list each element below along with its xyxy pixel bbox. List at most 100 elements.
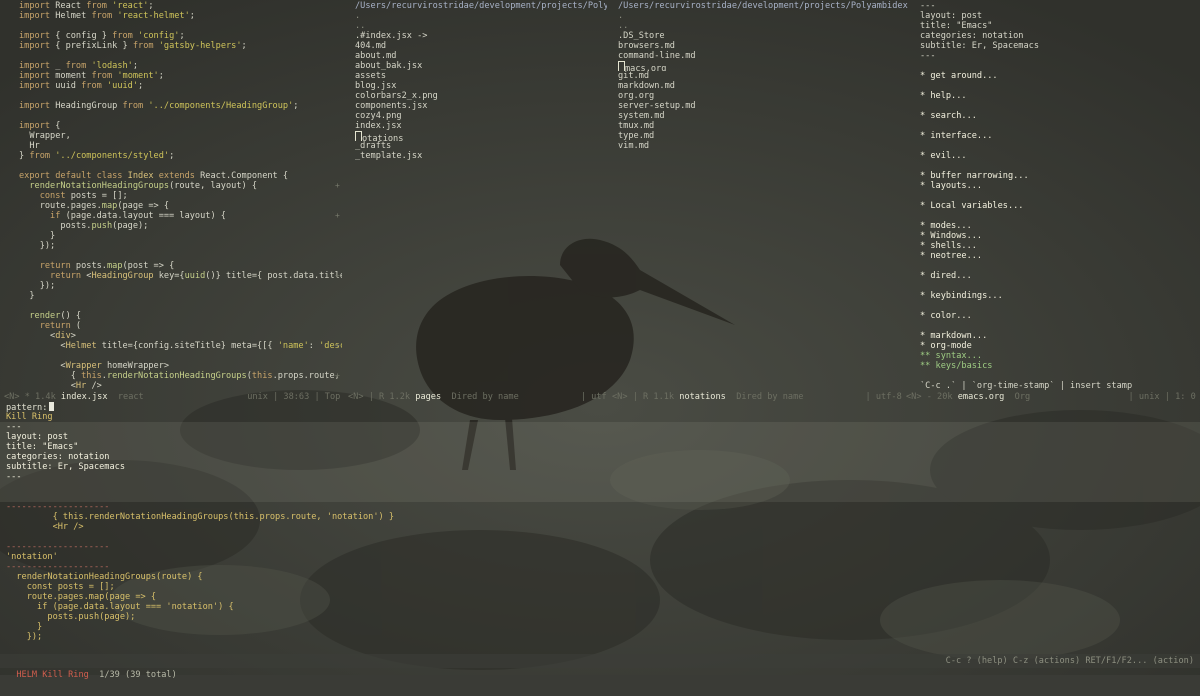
code-line[interactable]: { this.renderNotationHeadingGroups(this.… <box>19 371 342 381</box>
code-line[interactable]: if (page.data.layout === layout) { <box>19 211 342 221</box>
code-line[interactable]: import { <box>19 121 342 131</box>
dired-entry[interactable]: type.md <box>618 131 908 141</box>
org-heading[interactable]: * evil... <box>920 151 1198 161</box>
code-line[interactable] <box>19 301 342 311</box>
dired-entry[interactable]: . <box>618 11 908 21</box>
org-heading[interactable]: ** syntax... <box>920 351 1198 361</box>
dired-entry[interactable]: vim.md <box>618 141 908 151</box>
code-line[interactable]: Hr <box>19 141 342 151</box>
code-line[interactable]: } from '../components/styled'; <box>19 151 342 161</box>
dired-entry[interactable]: index.jsx <box>355 121 607 131</box>
dired-entry[interactable]: git.md <box>618 71 908 81</box>
dired-entry[interactable]: cozy4.png <box>355 111 607 121</box>
code-line[interactable]: posts.push(page); <box>19 221 342 231</box>
org-heading[interactable]: * search... <box>920 111 1198 121</box>
org-outline[interactable]: --- layout: post title: "Emacs" categories:… <box>920 1 1198 391</box>
dired-entry[interactable]: assets <box>355 71 607 81</box>
dired-entry[interactable]: system.md <box>618 111 908 121</box>
org-heading[interactable]: * Local variables... <box>920 201 1198 211</box>
helm-candidate-line[interactable]: posts.push(page); <box>6 612 1196 622</box>
dired-entry[interactable]: about.md <box>355 51 607 61</box>
code-line[interactable]: <Helmet title={config.siteTitle} meta={[… <box>19 341 342 351</box>
helm-candidate-line[interactable]: }); <box>6 632 1196 642</box>
helm-candidate-line[interactable]: } <box>6 622 1196 632</box>
helm-pattern-input[interactable] <box>49 402 55 411</box>
helm-candidate-line[interactable]: const posts = []; <box>6 582 1196 592</box>
code-line[interactable]: Wrapper, <box>19 131 342 141</box>
helm-pattern-line[interactable]: pattern: <box>6 402 1196 412</box>
org-heading[interactable]: * modes... <box>920 221 1198 231</box>
code-line[interactable]: route.pages.map(page => { <box>19 201 342 211</box>
dired-entry[interactable]: components.jsx <box>355 101 607 111</box>
code-line[interactable]: import { config } from 'config'; <box>19 31 342 41</box>
org-heading[interactable]: * Windows... <box>920 231 1198 241</box>
helm-candidates[interactable]: pattern: Kill Ring --- layout: post title: "… <box>6 402 1196 642</box>
org-heading[interactable]: * dired... <box>920 271 1198 281</box>
dired-file-list[interactable]: /Users/recurvirostridae/development/proj… <box>618 1 908 151</box>
code-line[interactable]: renderNotationHeadingGroups(route, layou… <box>19 181 342 191</box>
code-line[interactable]: return <HeadingGroup key={uuid()} title=… <box>19 271 342 281</box>
code-line[interactable] <box>19 161 342 171</box>
helm-candidate-line[interactable]: subtitle: Er, Spacemacs <box>6 462 1196 472</box>
code-line[interactable]: const posts = []; <box>19 191 342 201</box>
code-line[interactable]: import moment from 'moment'; <box>19 71 342 81</box>
code-line[interactable] <box>19 351 342 361</box>
dired-entry[interactable]: 404.md <box>355 41 607 51</box>
code-line[interactable]: export default class Index extends React… <box>19 171 342 181</box>
dired-entry[interactable]: org.org <box>618 91 908 101</box>
code-line[interactable] <box>19 21 342 31</box>
helm-candidate-line[interactable]: --- <box>6 472 1196 482</box>
dired-file-list[interactable]: /Users/recurvirostridae/development/proj… <box>355 1 607 161</box>
modeline-buffer-name[interactable]: pages <box>415 392 441 402</box>
code-line[interactable] <box>19 251 342 261</box>
dired-entry[interactable]: otations <box>355 131 607 141</box>
helm-candidate-line[interactable]: route.pages.map(page => { <box>6 592 1196 602</box>
helm-candidate-line[interactable]: --- <box>6 422 1196 432</box>
code-line[interactable]: return posts.map(post => { <box>19 261 342 271</box>
org-heading[interactable]: * color... <box>920 311 1198 321</box>
org-heading[interactable]: * shells... <box>920 241 1198 251</box>
dired-entry[interactable]: _drafts <box>355 141 607 151</box>
code-line[interactable] <box>19 91 342 101</box>
org-heading[interactable]: * neotree... <box>920 251 1198 261</box>
dired-entry[interactable]: browsers.md <box>618 41 908 51</box>
helm-candidate-line[interactable]: layout: post <box>6 432 1196 442</box>
code-line[interactable] <box>19 51 342 61</box>
dired-entry[interactable]: colorbars2_x.png <box>355 91 607 101</box>
dired-entry[interactable]: command-line.md <box>618 51 908 61</box>
org-heading[interactable]: * keybindings... <box>920 291 1198 301</box>
dired-entry[interactable]: _template.jsx <box>355 151 607 161</box>
dired-notations-pane[interactable]: /Users/recurvirostridae/development/proj… <box>610 0 910 392</box>
helm-candidate-line[interactable]: categories: notation <box>6 452 1196 462</box>
code-line[interactable]: <div> <box>19 331 342 341</box>
code-line[interactable]: }); <box>19 281 342 291</box>
org-buffer-pane[interactable]: --- layout: post title: "Emacs" categories:… <box>910 0 1200 392</box>
code-line[interactable]: render() { <box>19 311 342 321</box>
code-line[interactable]: import Helmet from 'react-helmet'; <box>19 11 342 21</box>
helm-candidate-line[interactable]: title: "Emacs" <box>6 442 1196 452</box>
modeline-buffer-name[interactable]: notations <box>679 392 726 402</box>
modeline-buffer-name[interactable]: emacs.org <box>958 392 1005 402</box>
dired-entry[interactable]: .. <box>618 21 908 31</box>
dired-entry[interactable]: .#index.jsx -> <box>355 31 607 41</box>
helm-candidate-line[interactable]: if (page.data.layout === 'notation') { <box>6 602 1196 612</box>
helm-candidate-line[interactable]: { this.renderNotationHeadingGroups(this.… <box>6 512 1196 522</box>
code-line[interactable]: import uuid from 'uuid'; <box>19 81 342 91</box>
code-line[interactable]: import { prefixLink } from 'gatsby-helpe… <box>19 41 342 51</box>
dired-entry[interactable]: .. <box>355 21 607 31</box>
code-line[interactable]: } <box>19 291 342 301</box>
org-heading[interactable]: * org-mode <box>920 341 1198 351</box>
code-line[interactable] <box>19 111 342 121</box>
code-line[interactable]: }); <box>19 241 342 251</box>
modeline-buffer-name[interactable]: index.jsx <box>61 392 108 402</box>
code-lines[interactable]: import React from 'react'; import Helmet … <box>19 1 342 391</box>
helm-candidate-line[interactable]: <Hr /> <box>6 522 1196 532</box>
code-line[interactable]: <Hr /> <box>19 381 342 391</box>
code-line[interactable]: import HeadingGroup from '../components/… <box>19 101 342 111</box>
org-heading[interactable]: * help... <box>920 91 1198 101</box>
code-line[interactable]: import _ from 'lodash'; <box>19 61 342 71</box>
dired-entry[interactable]: server-setup.md <box>618 101 908 111</box>
org-heading[interactable]: * interface... <box>920 131 1198 141</box>
org-heading[interactable]: * layouts... <box>920 181 1198 191</box>
code-editor-pane[interactable]: import React from 'react'; import Helmet … <box>0 0 346 392</box>
